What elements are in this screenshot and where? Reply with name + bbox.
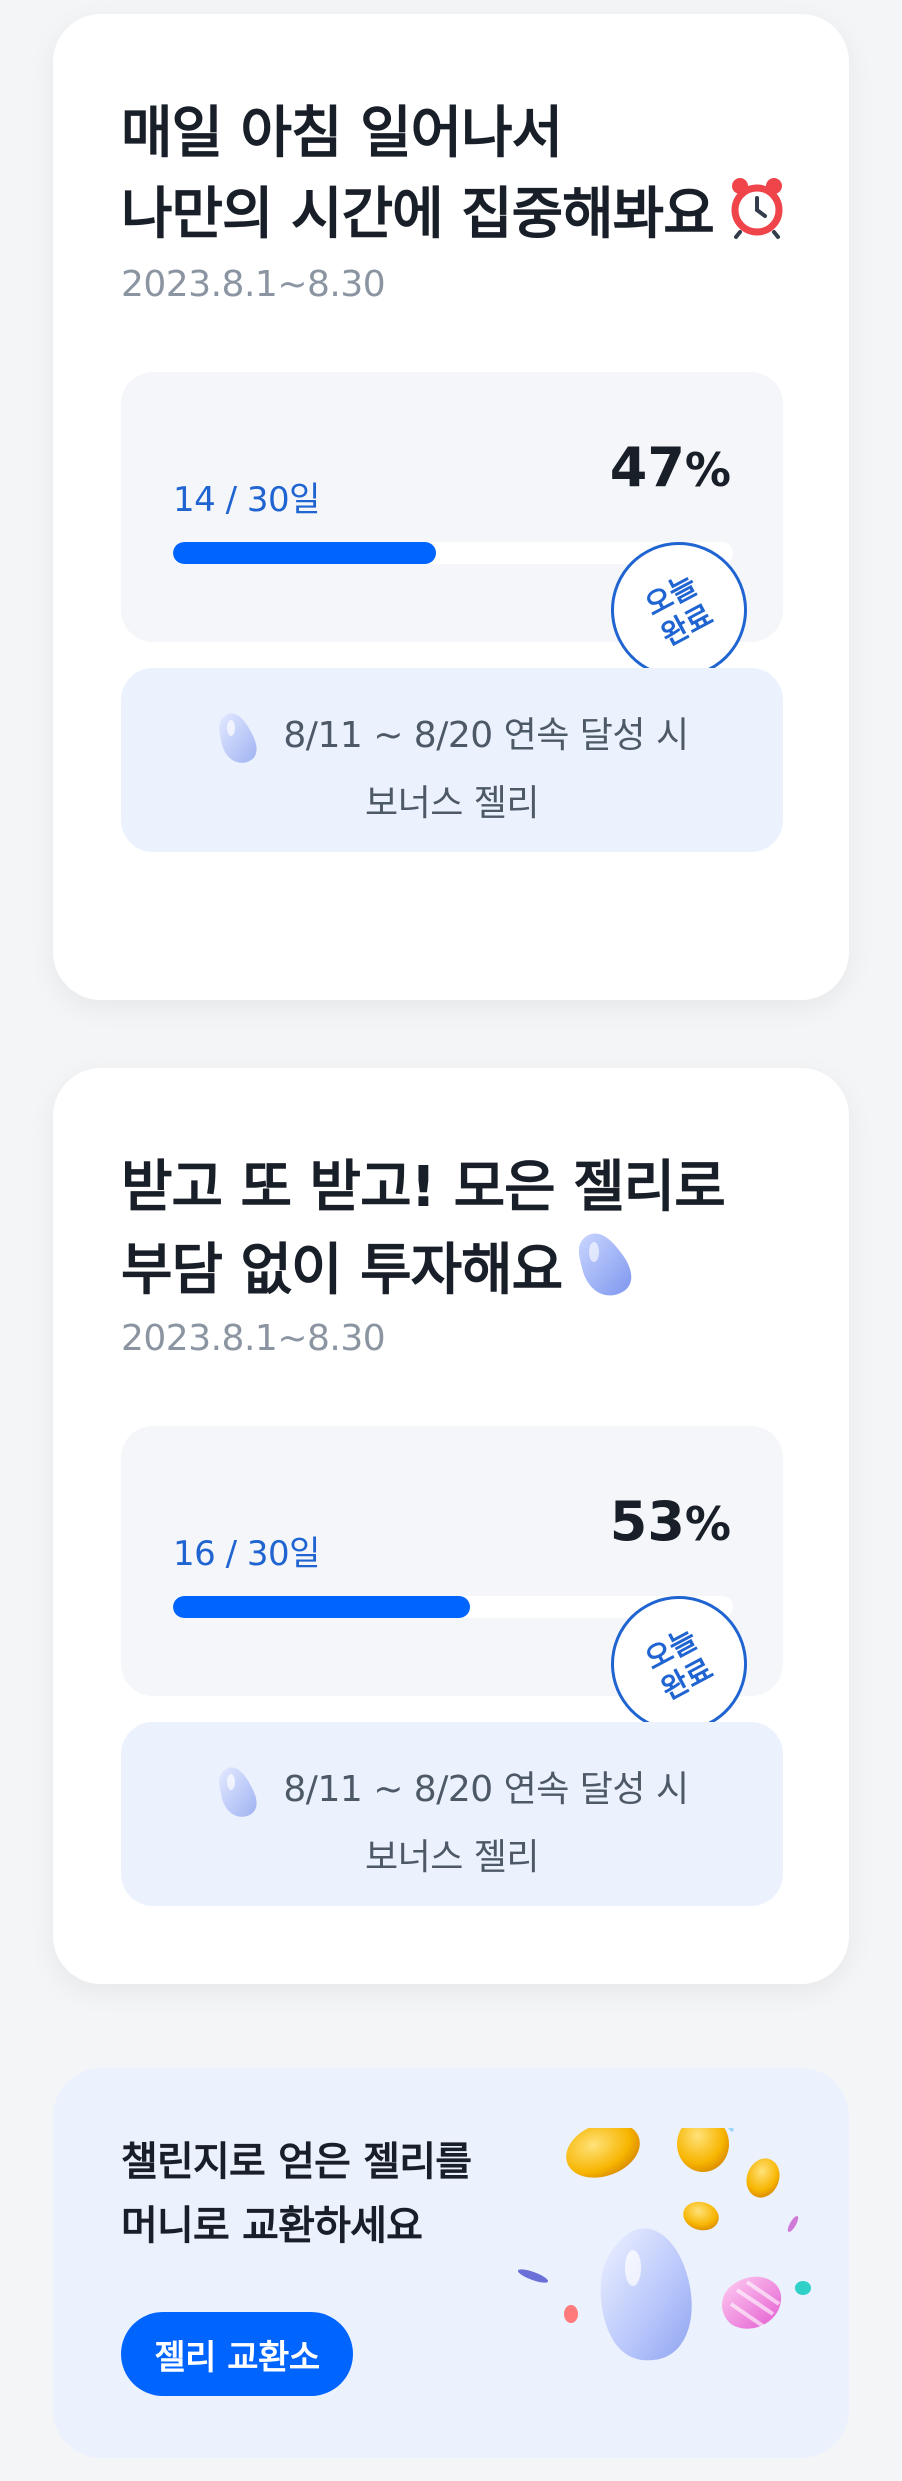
exchange-text: 챌린지로 얻은 젤리를 머니로 교환하세요: [121, 2130, 472, 2258]
stamp-label: 오늘 완료: [639, 1621, 719, 1707]
progress-percent-value: 47: [609, 436, 685, 499]
percent-sign: %: [684, 1497, 731, 1551]
jelly-bean-icon: [219, 713, 257, 763]
bonus-info: 8/11 ~ 8/20 연속 달성 시 보너스 젤리: [121, 1722, 783, 1906]
challenge-title: 받고 또 받고! 모은 젤리로 부담 없이 투자해요: [121, 1148, 726, 1320]
progress-fill: [173, 542, 437, 564]
challenge-title-line1: 받고 또 받고! 모은 젤리로: [121, 1155, 726, 1220]
challenge-title-line2: 나만의 시간에 집중해봐요: [121, 174, 790, 262]
stamp-label: 오늘 완료: [639, 567, 719, 653]
coin-icon: [683, 2201, 719, 2231]
challenge-title-line2-text: 부담 없이 투자해요: [121, 1238, 563, 1304]
percent-sign: %: [684, 443, 731, 497]
candy-icon: [722, 2276, 782, 2329]
jelly-bean-icon: [572, 1228, 642, 1320]
bonus-line1-text: 8/11 ~ 8/20 연속 달성 시: [283, 715, 689, 756]
jelly-bean-icon: [600, 2228, 692, 2361]
bonus-line1-text: 8/11 ~ 8/20 연속 달성 시: [283, 1769, 689, 1810]
challenge-date: 2023.8.1~8.30: [121, 1318, 386, 1359]
day-count: 14 / 30일: [173, 480, 320, 520]
alarm-clock-icon: [724, 174, 790, 262]
progress-box: 16 / 30일 53% 오늘 완료: [121, 1426, 783, 1756]
bonus-line1: 8/11 ~ 8/20 연속 달성 시: [121, 706, 783, 764]
challenge-date: 2023.8.1~8.30: [121, 264, 386, 305]
jelly-exchange-button[interactable]: 젤리 교환소: [121, 2312, 353, 2396]
bonus-line1: 8/11 ~ 8/20 연속 달성 시: [121, 1760, 783, 1818]
coin-icon: [746, 2158, 780, 2198]
coin-icon: [677, 2116, 729, 2172]
progress-fill: [173, 1596, 470, 1618]
challenge-title-line1: 매일 아침 일어나서: [121, 101, 563, 166]
coin-icon: [566, 2122, 640, 2178]
bonus-info: 8/11 ~ 8/20 연속 달성 시 보너스 젤리: [121, 668, 783, 852]
challenge-title-line2: 부담 없이 투자해요: [121, 1228, 725, 1320]
progress-percent: 53%: [610, 1490, 731, 1553]
progress-percent: 47%: [610, 436, 731, 499]
day-count: 16 / 30일: [173, 1534, 320, 1574]
exchange-line1: 챌린지로 얻은 젤리를: [121, 2139, 472, 2185]
challenge-card[interactable]: 매일 아침 일어나서 나만의 시간에 집중해봐요 2023.8.1~8.30 1…: [53, 14, 849, 1000]
challenge-title: 매일 아침 일어나서 나만의 시간에 집중해봐요: [121, 94, 790, 262]
exchange-line2: 머니로 교환하세요: [121, 2203, 423, 2249]
progress-box: 14 / 30일 47% 오늘 완료: [121, 372, 783, 702]
challenge-title-line2-text: 나만의 시간에 집중해봐요: [121, 182, 715, 248]
challenge-card[interactable]: 받고 또 받고! 모은 젤리로 부담 없이 투자해요 2023.8.1~8.30…: [53, 1068, 849, 1984]
progress-percent-value: 53: [609, 1490, 685, 1553]
bonus-line2: 보너스 젤리: [364, 1837, 540, 1878]
bonus-line2: 보너스 젤리: [364, 783, 540, 824]
coins-and-jelly-illustration: [463, 2113, 823, 2432]
jelly-bean-icon: [219, 1767, 257, 1817]
jelly-exchange-banner[interactable]: 챌린지로 얻은 젤리를 머니로 교환하세요 젤리 교환소: [53, 2068, 849, 2458]
